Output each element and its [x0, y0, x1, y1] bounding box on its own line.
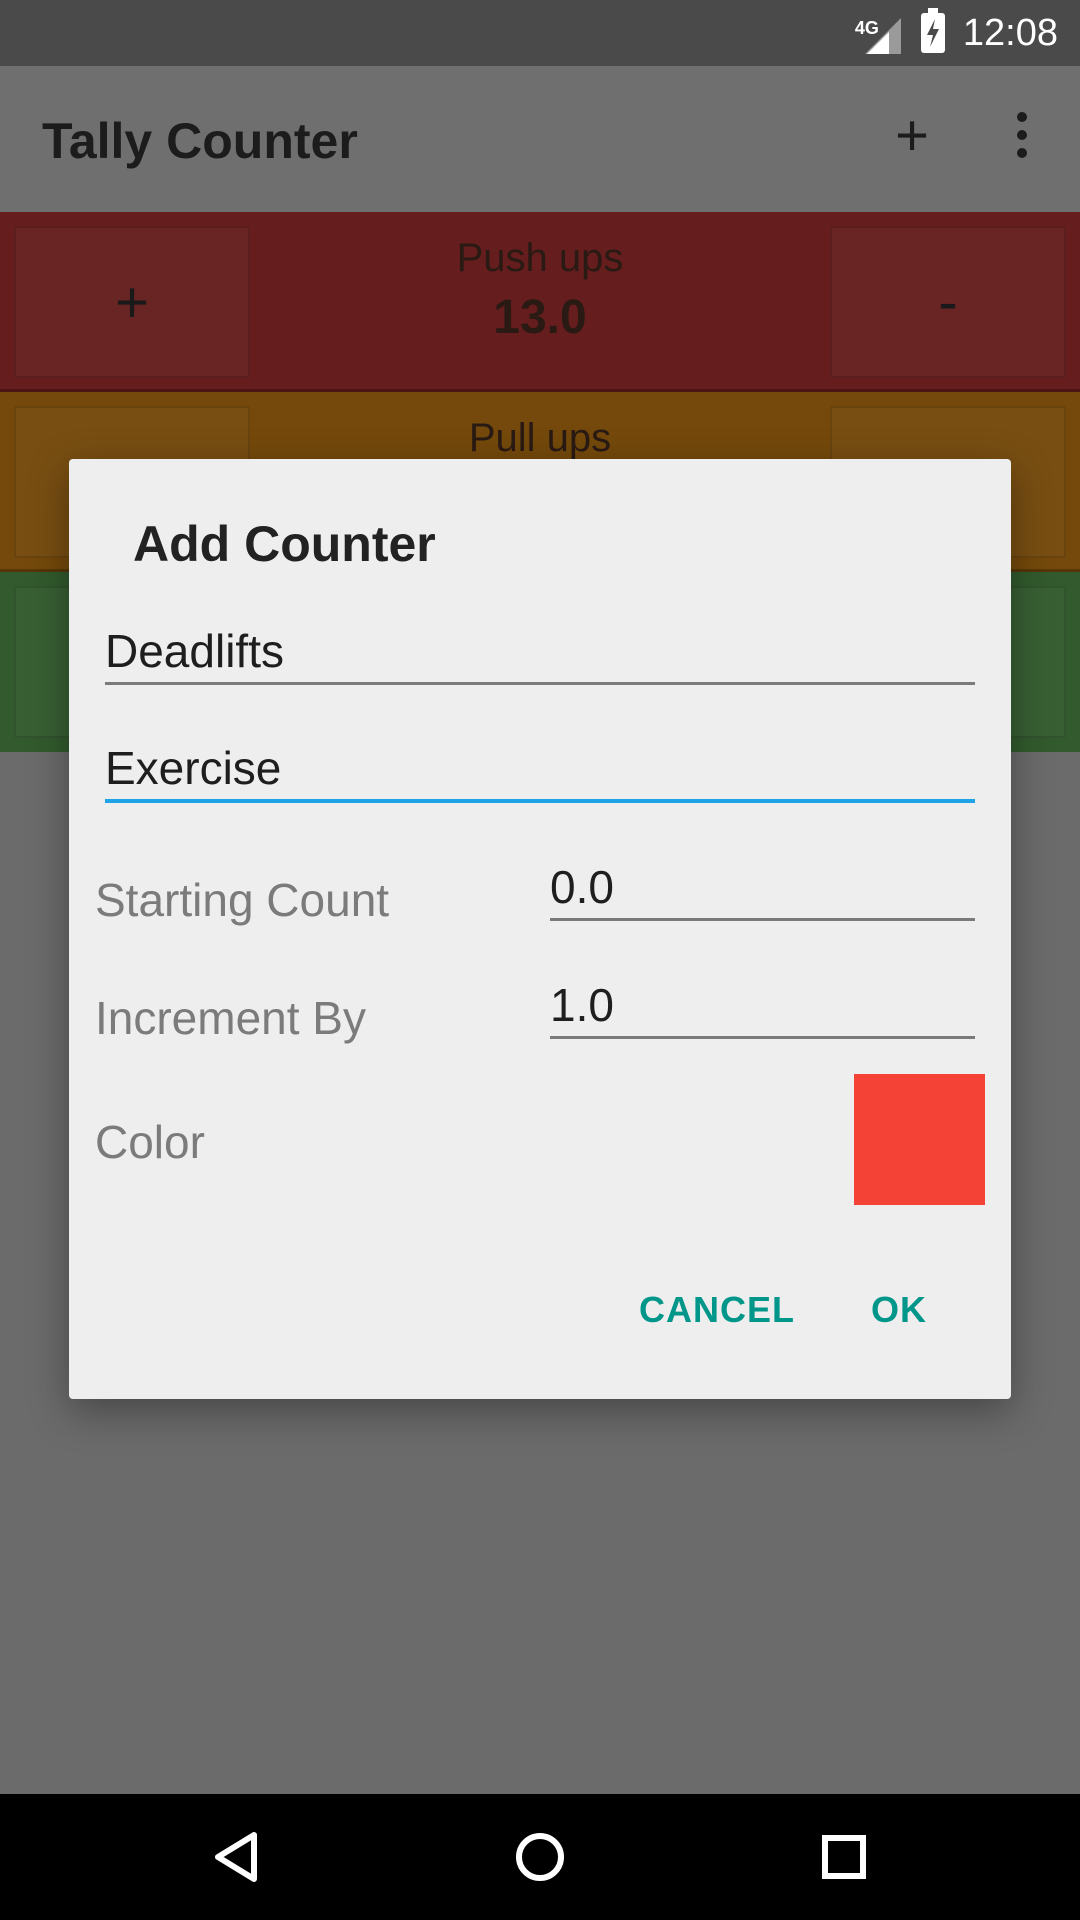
home-icon[interactable] [510, 1827, 570, 1887]
navigation-bar [0, 1794, 1080, 1920]
counter-name-input[interactable] [105, 619, 975, 685]
color-label: Color [95, 1116, 205, 1168]
add-counter-icon[interactable]: + [880, 104, 944, 168]
recents-icon[interactable] [814, 1827, 874, 1887]
cancel-button[interactable]: CANCEL [639, 1289, 795, 1331]
color-picker-swatch[interactable] [854, 1074, 985, 1205]
back-icon[interactable] [206, 1827, 266, 1887]
more-vert-icon[interactable] [998, 106, 1046, 170]
ok-button[interactable]: OK [871, 1289, 927, 1331]
starting-count-input[interactable] [550, 855, 975, 921]
decrement-button[interactable]: - [830, 226, 1066, 378]
status-icons: 4G 12:08 [855, 0, 1058, 66]
clock: 12:08 [962, 11, 1058, 54]
increment-by-input[interactable] [550, 973, 975, 1039]
status-bar: 4G 12:08 [0, 0, 1080, 66]
increment-by-label: Increment By [95, 992, 366, 1044]
counter-category-input[interactable] [105, 737, 975, 803]
app-bar: Tally Counter + [0, 66, 1080, 212]
signal-icon: 4G [855, 10, 903, 56]
app-title: Tally Counter [42, 113, 358, 169]
battery-charging-icon [920, 8, 945, 53]
starting-count-label: Starting Count [95, 874, 390, 926]
dialog-title: Add Counter [133, 516, 436, 572]
add-counter-dialog: Add Counter Starting Count Increment By … [69, 459, 1011, 1399]
counter-row: + Push ups 13.0 - [0, 212, 1080, 392]
